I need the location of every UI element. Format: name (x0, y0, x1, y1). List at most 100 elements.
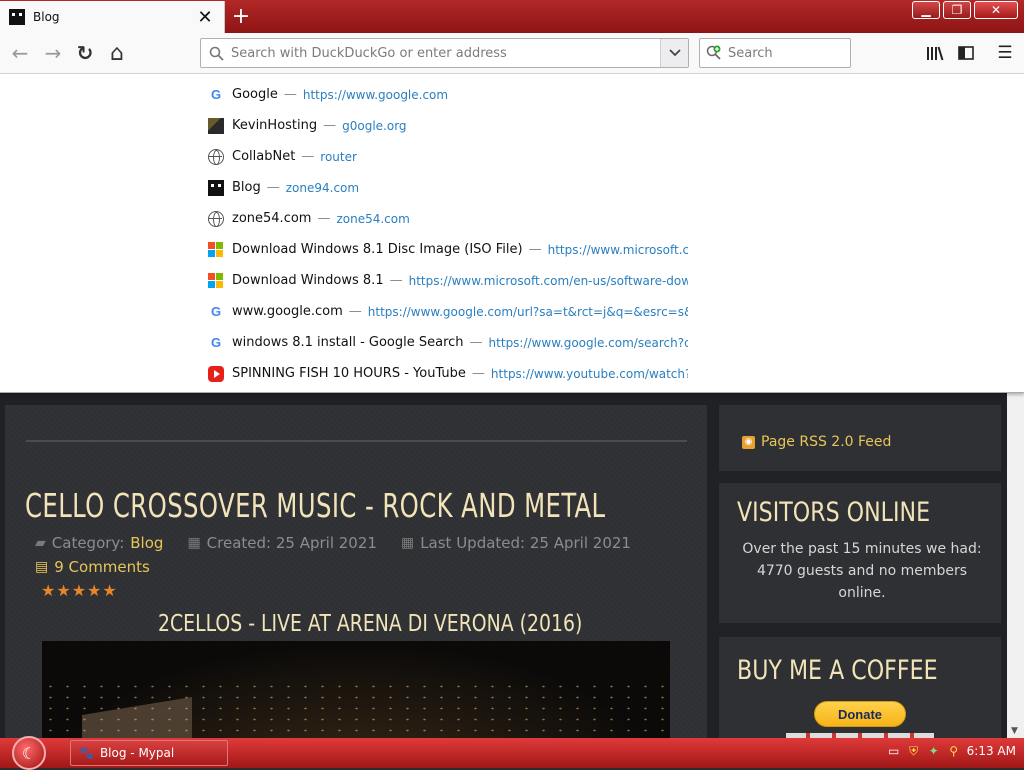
scroll-down-icon[interactable]: ▼ (1011, 726, 1018, 736)
suggestion-title: Download Windows 8.1 Disc Image (ISO Fil… (232, 242, 523, 257)
article-meta: ▰ Category: Blog ▦ Created: 25 April 202… (35, 534, 631, 552)
google-icon: G (210, 335, 222, 350)
video-player[interactable] (42, 641, 670, 738)
suggestion-item[interactable]: CollabNet — router (208, 141, 688, 172)
taskbar-item-label: Blog - Mypal (99, 746, 175, 760)
home-icon[interactable]: ⌂ (102, 37, 132, 69)
tab-strip: Blog ✕ + ▁ ❐ ✕ (0, 0, 1024, 33)
url-dropdown-icon[interactable] (660, 39, 688, 67)
updated-date: Last Updated: 25 April 2021 (420, 534, 631, 552)
suggestion-title: SPINNING FISH 10 HOURS - YouTube (232, 366, 466, 381)
calendar-icon: ▦ (187, 535, 201, 551)
suggestion-title: Blog (232, 180, 261, 195)
url-suggestions-dropdown: G Google — https://www.google.com KevinH… (0, 74, 1024, 393)
suggestion-title: CollabNet (232, 149, 296, 164)
page-content: CELLO CROSSOVER MUSIC - ROCK AND METAL ▰… (0, 393, 1024, 738)
search-tray-icon[interactable]: ⚲ (947, 744, 961, 758)
blog-icon (208, 179, 224, 196)
windows-icon (208, 241, 224, 258)
reload-icon[interactable]: ↻ (70, 37, 100, 69)
suggestion-item[interactable]: G www.google.com — https://www.google.co… (208, 296, 688, 327)
sidebar-icon[interactable] (951, 37, 981, 69)
suggestion-separator: — (323, 118, 337, 133)
created-date: Created: 25 April 2021 (206, 534, 377, 552)
suggestion-item[interactable]: KevinHosting — g0ogle.org (208, 110, 688, 141)
start-button[interactable]: ☾ (12, 736, 46, 770)
visitors-box: VISITORS ONLINE Over the past 15 minutes… (719, 483, 1001, 623)
taskbar-item-mypal[interactable]: 🐾 Blog - Mypal (70, 740, 228, 766)
suggestion-title: Download Windows 8.1 (232, 273, 384, 288)
minimize-button[interactable]: ▁ (912, 1, 940, 19)
window-controls: ▁ ❐ ✕ (912, 1, 1018, 19)
suggestion-url: https://www.google.com/search?q=wi (488, 335, 688, 350)
suggestion-url: https://www.microsoft.com (547, 242, 688, 257)
suggestion-item[interactable]: SPINNING FISH 10 HOURS - YouTube — https… (208, 358, 688, 389)
category-meta: ▰ Category: Blog (35, 534, 163, 552)
globe-icon (208, 148, 224, 165)
nav-bar: ← → ↻ ⌂ ☰ (0, 33, 1024, 74)
url-bar[interactable] (200, 38, 689, 68)
suggestion-title: www.google.com (232, 304, 343, 319)
search-input[interactable] (728, 45, 843, 61)
new-tab-icon[interactable]: + (229, 4, 253, 29)
menu-icon[interactable]: ☰ (990, 37, 1020, 69)
suggestion-item[interactable]: G windows 8.1 install - Google Search — … (208, 327, 688, 358)
suggestion-separator: — (348, 304, 362, 319)
network-icon[interactable]: ✦ (927, 744, 941, 758)
mypal-icon: 🐾 (79, 746, 94, 760)
divider (26, 440, 687, 442)
close-window-button[interactable]: ✕ (974, 1, 1018, 19)
forward-icon[interactable]: → (38, 37, 68, 69)
suggestion-item[interactable]: Download Windows 8.1 Disc Image (ISO Fil… (208, 234, 688, 265)
suggestion-separator: — (301, 149, 315, 164)
url-input[interactable] (231, 40, 660, 66)
globe-icon (208, 210, 224, 227)
suggestion-item[interactable]: Download Windows 8.1 — https://www.micro… (208, 265, 688, 296)
suggestion-title: KevinHosting (232, 118, 318, 133)
search-bar[interactable] (699, 38, 851, 68)
suggestion-item[interactable]: G Google — https://www.google.com (208, 79, 688, 110)
article-column: CELLO CROSSOVER MUSIC - ROCK AND METAL ▰… (5, 405, 707, 738)
google-icon: G (210, 87, 222, 102)
rating-stars[interactable]: ★★★★★ (41, 581, 118, 600)
shield-icon[interactable]: ⛨ (907, 744, 921, 758)
suggestion-url: zone54.com (336, 211, 410, 226)
windows-icon (208, 272, 224, 289)
rss-link[interactable]: ◉ Page RSS 2.0 Feed (742, 434, 891, 450)
suggestion-url: https://www.google.com/url?sa=t&rct=j&q=… (367, 304, 688, 319)
page-scrollbar[interactable]: ▼ (1007, 393, 1024, 738)
suggestion-title: windows 8.1 install - Google Search (232, 335, 464, 350)
video-heading: 2CELLOS - LIVE AT ARENA DI VERONA (2016) (158, 611, 583, 637)
kevinhosting-icon (208, 117, 224, 134)
comments-link[interactable]: ▤ 9 Comments (35, 558, 150, 576)
restore-button[interactable]: ❐ (943, 1, 971, 19)
blog-icon (9, 9, 25, 25)
category-link[interactable]: Blog (130, 534, 163, 552)
keyboard-icon[interactable]: ▭ (887, 744, 901, 758)
video-lights (42, 681, 670, 738)
library-icon[interactable] (920, 37, 950, 69)
rss-label: Page RSS 2.0 Feed (761, 434, 892, 450)
search-icon (201, 39, 231, 67)
search-engine-icon[interactable] (700, 39, 728, 67)
suggestion-url: router (320, 149, 357, 164)
suggestion-url: https://www.youtube.com/watch?v (490, 366, 688, 381)
suggestion-separator: — (266, 180, 280, 195)
clock[interactable]: 6:13 AM (967, 744, 1016, 758)
suggestion-separator: — (317, 211, 331, 226)
tab-close-icon[interactable]: ✕ (194, 6, 216, 28)
youtube-icon (208, 365, 224, 382)
suggestion-item[interactable]: zone54.com — zone54.com (208, 203, 688, 234)
donate-button[interactable]: Donate (814, 701, 906, 727)
comment-icon: ▤ (35, 559, 49, 575)
back-icon[interactable]: ← (5, 37, 35, 69)
calendar-icon: ▦ (400, 535, 415, 551)
comments-count: 9 Comments (54, 558, 150, 576)
suggestion-item[interactable]: Blog — zone94.com (208, 172, 688, 203)
coffee-box: BUY ME A COFFEE Donate (719, 637, 1001, 738)
tab-blog[interactable]: Blog ✕ (0, 1, 225, 33)
updated-meta: ▦ Last Updated: 25 April 2021 (401, 534, 631, 552)
suggestion-url: zone94.com (285, 180, 360, 195)
tab-title: Blog (33, 10, 60, 24)
suggestion-separator: — (389, 273, 403, 288)
